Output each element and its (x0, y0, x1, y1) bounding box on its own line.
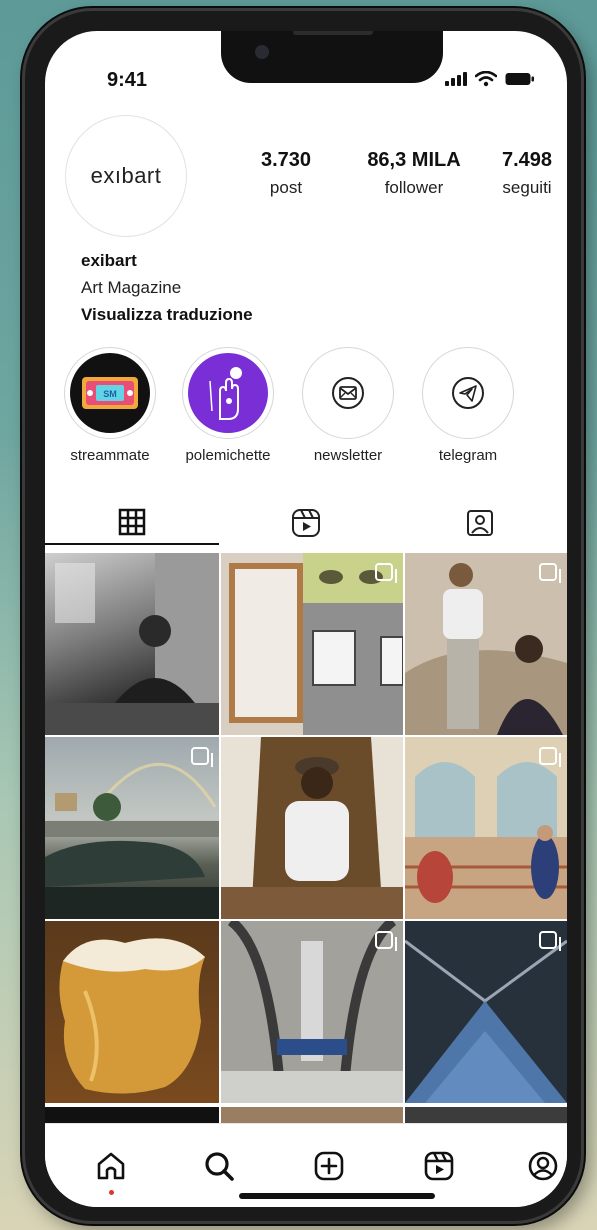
stat-posts-label: post (269, 178, 303, 197)
nav-profile[interactable] (523, 1146, 563, 1186)
profile-avatar[interactable]: exıbart (65, 115, 187, 237)
highlight-ring (182, 347, 274, 439)
profile-bio: exibart Art Magazine Visualizza traduzio… (81, 251, 253, 325)
highlight-telegram[interactable]: telegram (413, 347, 523, 464)
profile-header: exıbart 3.730 post 86,3 MILA follower 7.… (65, 115, 555, 237)
highlight-label: polemichette (185, 447, 271, 464)
post-thumbnail[interactable] (45, 737, 219, 919)
multi-post-icon (539, 563, 561, 583)
home-icon (97, 1152, 125, 1180)
status-time: 9:41 (107, 69, 148, 91)
highlight-streammate[interactable]: SM streammate (55, 347, 165, 464)
camera (255, 45, 269, 59)
post-thumbnail[interactable] (405, 921, 567, 1103)
post-thumbnail[interactable] (45, 553, 219, 735)
profile-category: Art Magazine (81, 278, 182, 297)
highlight-newsletter[interactable]: newsletter (293, 347, 403, 464)
notch (221, 31, 443, 83)
wifi-icon (475, 71, 497, 87)
stat-following-label: seguiti (502, 178, 552, 197)
multi-post-icon (539, 747, 561, 767)
avatar-logo-text: exıbart (90, 163, 162, 188)
stat-following-value: 7.498 (501, 149, 553, 171)
reels-icon (292, 509, 320, 537)
add-post-icon (314, 1151, 344, 1181)
highlight-polemichette[interactable]: polemichette (173, 347, 283, 464)
nav-reels[interactable] (419, 1146, 459, 1186)
svg-text:SM: SM (103, 389, 117, 399)
post-thumbnail[interactable] (45, 921, 219, 1103)
home-indicator[interactable] (239, 1193, 435, 1199)
tagged-user-icon (467, 510, 493, 536)
post-grid (45, 553, 567, 1103)
stat-followers[interactable]: 86,3 MILA follower (349, 149, 479, 198)
search-icon (205, 1152, 234, 1181)
signal-icon (445, 72, 467, 86)
highlight-label: newsletter (313, 447, 383, 464)
tab-reels[interactable] (219, 501, 393, 545)
multi-post-icon (539, 931, 561, 951)
battery-icon (505, 73, 534, 85)
multi-post-icon (191, 747, 213, 767)
highlight-label: streammate (70, 447, 150, 464)
envelope-icon (308, 353, 388, 433)
nav-search[interactable] (199, 1146, 239, 1186)
highlight-ring (302, 347, 394, 439)
hand-icon (188, 353, 268, 433)
post-thumbnail[interactable] (221, 921, 403, 1103)
tab-grid[interactable] (45, 501, 219, 545)
post-thumbnail[interactable] (405, 553, 567, 735)
app-screen: 9:41 exıbart 3.730 post 86,3 MILA follow… (45, 31, 567, 1207)
highlight-ring (422, 347, 514, 439)
multi-post-icon (375, 931, 397, 951)
translate-link[interactable]: Visualizza traduzione (81, 305, 253, 325)
nav-home[interactable] (91, 1146, 131, 1186)
stat-posts-value: 3.730 (260, 149, 312, 171)
speaker (293, 31, 373, 35)
profile-tabs (45, 501, 567, 545)
grid-icon (118, 508, 146, 536)
highlight-ring: SM (64, 347, 156, 439)
post-thumbnail[interactable] (221, 553, 403, 735)
stat-followers-value: 86,3 MILA (367, 149, 461, 171)
profile-name: exibart (81, 251, 137, 270)
stat-following[interactable]: 7.498 seguiti (487, 149, 567, 198)
tab-tagged[interactable] (393, 501, 567, 545)
phone-frame: 9:41 exıbart 3.730 post 86,3 MILA follow… (22, 8, 584, 1224)
multi-post-icon (375, 563, 397, 583)
status-icons (445, 71, 535, 87)
post-thumbnail[interactable] (221, 737, 403, 919)
telegram-icon (428, 353, 508, 433)
home-active-dot (109, 1190, 114, 1195)
post-thumbnail[interactable] (405, 737, 567, 919)
vhs-tape-icon: SM (70, 353, 150, 433)
highlight-label: telegram (438, 447, 498, 464)
nav-create[interactable] (309, 1146, 349, 1186)
profile-icon (528, 1151, 558, 1181)
reels-icon (424, 1151, 454, 1181)
stat-followers-label: follower (384, 178, 444, 197)
stat-posts[interactable]: 3.730 post (241, 149, 331, 198)
story-highlights: SM streammate polemichette newsletter te… (55, 347, 535, 477)
